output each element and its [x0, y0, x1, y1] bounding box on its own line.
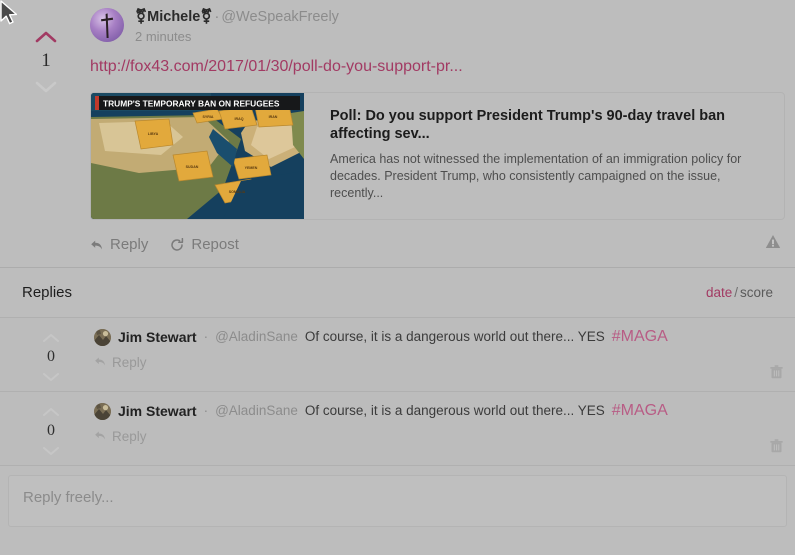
reply-composer [0, 465, 795, 540]
reply-score: 0 [47, 422, 55, 439]
avatar[interactable] [94, 402, 111, 420]
trash-icon [770, 365, 783, 382]
reply-arrow-icon [94, 355, 106, 370]
chevron-up-icon[interactable] [42, 406, 60, 417]
delete-reply-button[interactable] [770, 365, 783, 379]
sort-divider: / [734, 285, 738, 300]
post-header: ⚧Michele⚧ · @WeSpeakFreely 2 minutes [90, 8, 785, 46]
post-handle[interactable]: @WeSpeakFreely [221, 9, 339, 25]
reply-score: 0 [47, 348, 55, 365]
table-row: 0 Jim Stewart · @AladinSane Of course, it … [0, 317, 795, 391]
reply-body: Jim Stewart · @AladinSane Of course, it is… [72, 328, 785, 383]
post-score: 1 [41, 50, 51, 71]
reply-button[interactable]: Reply [94, 429, 147, 444]
svg-text:SUDAN: SUDAN [186, 165, 199, 169]
post-author-line: ⚧Michele⚧ · @WeSpeakFreely [135, 9, 339, 26]
replies-header: Replies date / score [0, 268, 795, 317]
reply-display-name[interactable]: Jim Stewart [118, 328, 197, 346]
reply-text: Of course, it is a dangerous world out t… [304, 403, 605, 418]
reply-button-label: Reply [110, 236, 149, 253]
delete-reply-button[interactable] [770, 439, 783, 453]
name-separator: · [203, 403, 209, 418]
card-thumbnail: LIBYA SUDAN SYRIA IRAQ IRAN YEMEN SOMALI… [91, 93, 304, 219]
card-description: America has not witnessed the implementa… [330, 152, 742, 200]
post-body: ⚧Michele⚧ · @WeSpeakFreely 2 minutes http:… [74, 8, 785, 267]
reply-hashtag[interactable]: #MAGA [612, 402, 668, 420]
post-meta: ⚧Michele⚧ · @WeSpeakFreely 2 minutes [135, 8, 339, 46]
name-separator: · [214, 9, 220, 25]
report-button[interactable] [765, 234, 781, 249]
post-vote-column: 1 [18, 8, 74, 267]
reply-vote-column: 0 [30, 328, 72, 383]
reply-button[interactable]: Reply [94, 355, 147, 370]
sort-by-date[interactable]: date [706, 285, 732, 300]
reply-text: Of course, it is a dangerous world out t… [304, 329, 605, 344]
card-title: Poll: Do you support President Trump's 9… [330, 108, 726, 142]
svg-text:SYRIA: SYRIA [203, 115, 214, 119]
svg-text:YEMEN: YEMEN [245, 166, 258, 170]
svg-text:IRAN: IRAN [269, 115, 278, 119]
reply-arrow-icon [94, 429, 106, 444]
svg-text:LIBYA: LIBYA [148, 132, 159, 136]
reply-content-line: Jim Stewart · @AladinSane Of course, it is… [94, 328, 785, 346]
chevron-up-icon[interactable] [35, 30, 57, 43]
repost-circular-arrow-icon [170, 237, 184, 252]
link-preview-card[interactable]: LIBYA SUDAN SYRIA IRAQ IRAN YEMEN SOMALI… [90, 92, 785, 220]
avatar[interactable] [94, 328, 111, 346]
name-separator: · [203, 329, 209, 344]
post-timestamp: 2 minutes [135, 29, 192, 44]
chevron-down-icon[interactable] [35, 80, 57, 93]
chevron-down-icon[interactable] [42, 446, 60, 457]
reply-button-label: Reply [112, 429, 147, 444]
repost-button-label: Repost [191, 236, 239, 253]
avatar[interactable] [90, 8, 124, 42]
reply-handle[interactable]: @AladinSane [215, 402, 298, 420]
repost-button[interactable]: Repost [170, 236, 239, 253]
reply-vote-column: 0 [30, 402, 72, 457]
post-link[interactable]: http://fox43.com/2017/01/30/poll-do-you-… [90, 58, 785, 76]
thread-page: 1 ⚧Michele⚧ · @WeSpeakFreely 2 minutes h… [0, 0, 795, 555]
chevron-down-icon[interactable] [42, 372, 60, 383]
warning-triangle-icon [765, 235, 781, 252]
reply-actions: Reply [94, 346, 785, 374]
reply-button-label: Reply [112, 355, 147, 370]
svg-text:SOMALIA: SOMALIA [229, 190, 246, 194]
replies-sort-controls: date / score [706, 285, 773, 300]
sort-by-score[interactable]: score [740, 285, 773, 300]
post-actions: Reply Repost [90, 220, 785, 267]
reply-actions: Reply [94, 420, 785, 448]
reply-hashtag[interactable]: #MAGA [612, 328, 668, 346]
reply-input[interactable] [8, 475, 787, 527]
reply-display-name[interactable]: Jim Stewart [118, 402, 197, 420]
chevron-up-icon[interactable] [42, 332, 60, 343]
table-row: 0 Jim Stewart · @AladinSane Of course, it … [0, 391, 795, 465]
svg-text:IRAQ: IRAQ [235, 117, 244, 121]
reply-handle[interactable]: @AladinSane [215, 328, 298, 346]
reply-content-line: Jim Stewart · @AladinSane Of course, it is… [94, 402, 785, 420]
reply-button[interactable]: Reply [90, 236, 148, 253]
trash-icon [770, 439, 783, 456]
card-text: Poll: Do you support President Trump's 9… [304, 93, 784, 219]
reply-body: Jim Stewart · @AladinSane Of course, it is… [72, 402, 785, 457]
reply-arrow-icon [90, 239, 103, 251]
replies-title: Replies [22, 284, 73, 301]
main-post: 1 ⚧Michele⚧ · @WeSpeakFreely 2 minutes h… [0, 0, 795, 267]
post-display-name[interactable]: ⚧Michele⚧ [135, 9, 212, 25]
svg-text:TRUMP'S TEMPORARY BAN ON REFUG: TRUMP'S TEMPORARY BAN ON REFUGEES [103, 99, 280, 109]
